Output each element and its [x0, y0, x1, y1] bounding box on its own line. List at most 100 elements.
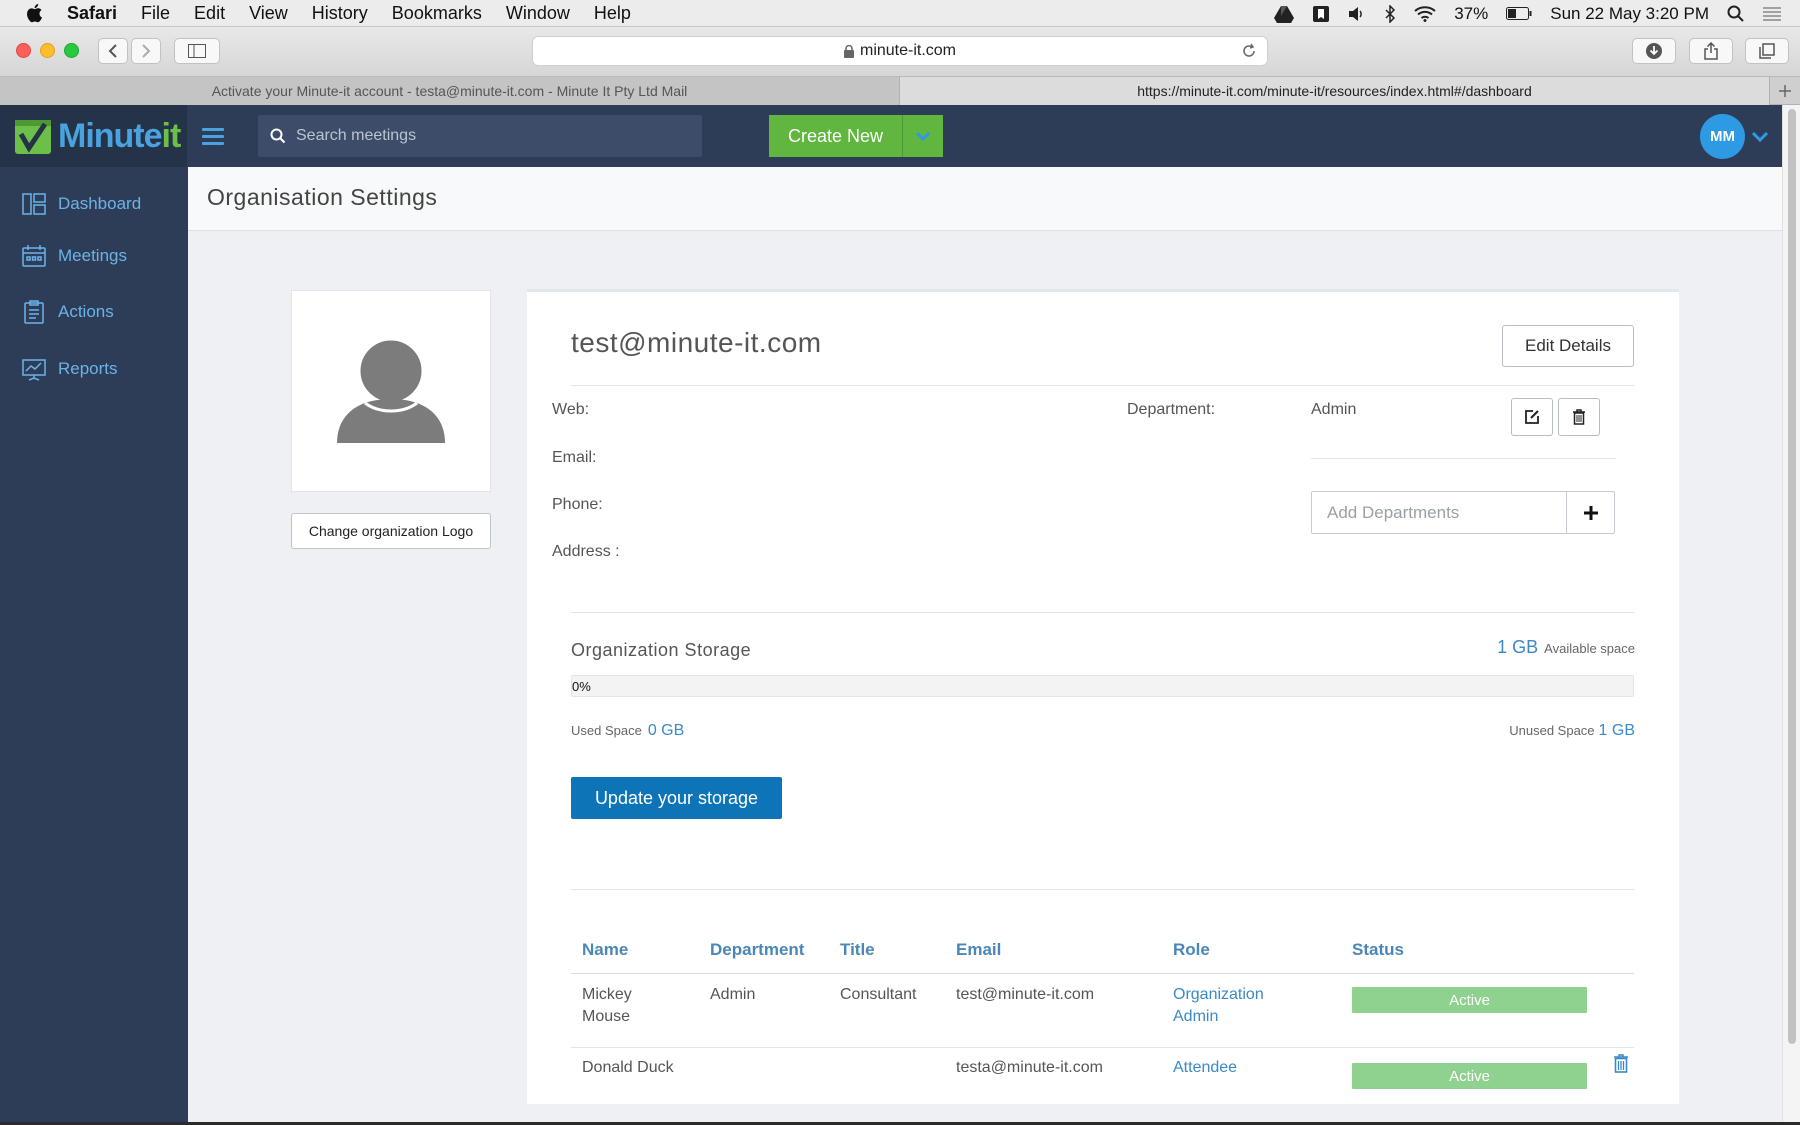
address-label: Address :	[552, 543, 620, 560]
forward-button[interactable]	[131, 38, 161, 64]
edit-icon	[1525, 410, 1539, 424]
menu-safari[interactable]: Safari	[67, 3, 117, 24]
search-icon	[270, 128, 286, 144]
column-header-role[interactable]: Role	[1173, 940, 1210, 960]
column-header-name[interactable]: Name	[582, 940, 628, 960]
logo-text-main: Minute	[58, 116, 163, 155]
volume-icon[interactable]	[1348, 6, 1366, 22]
spotlight-search-icon[interactable]	[1727, 5, 1744, 22]
used-space-label: Used Space	[571, 723, 642, 738]
divider	[571, 612, 1634, 613]
menu-file[interactable]: File	[141, 3, 170, 24]
bluetooth-icon[interactable]	[1384, 4, 1396, 23]
scrollbar-thumb[interactable]	[1788, 109, 1796, 1044]
tabs-overview-button[interactable]	[1745, 38, 1789, 64]
user-menu-chevron-icon[interactable]	[1751, 129, 1769, 147]
status-badge[interactable]: Active	[1352, 1063, 1587, 1089]
sidebar-toggle-button[interactable]	[174, 38, 220, 64]
address-bar[interactable]: minute-it.com	[532, 36, 1268, 66]
department-label: Department:	[1127, 401, 1216, 418]
lock-icon	[843, 44, 854, 58]
cell-name: Donald Duck	[582, 1059, 674, 1076]
tab-bar: Activate your Minute-it account - testa@…	[0, 77, 1800, 105]
cell-role-link[interactable]: Attendee	[1173, 1057, 1237, 1079]
app-logo[interactable]: Minuteit	[0, 105, 187, 167]
sidebar-icon	[188, 44, 206, 58]
sidebar-item-label: Reports	[58, 359, 118, 378]
menubar-clock[interactable]: Sun 22 May 3:20 PM	[1550, 4, 1709, 24]
column-header-department[interactable]: Department	[710, 940, 804, 960]
search-input[interactable]	[296, 127, 676, 145]
search-box[interactable]	[258, 115, 702, 157]
delete-department-button[interactable]	[1558, 398, 1600, 436]
page-header: Organisation Settings	[188, 167, 1782, 231]
edit-department-button[interactable]	[1511, 398, 1553, 436]
change-logo-button[interactable]: Change organization Logo	[291, 513, 491, 549]
cell-title: Consultant	[840, 986, 917, 1003]
create-new-button[interactable]: Create New	[769, 115, 903, 157]
column-header-email[interactable]: Email	[956, 940, 1001, 960]
create-new-button-group: Create New	[769, 115, 943, 157]
organization-card: test@minute-it.com Edit Details Web: Ema…	[527, 289, 1679, 1104]
divider	[571, 385, 1634, 386]
storage-title: Organization Storage	[571, 640, 752, 660]
unused-space-label: Unused Space	[1509, 723, 1595, 738]
edit-details-button[interactable]: Edit Details	[1502, 325, 1634, 367]
storage-progress-bar: 0%	[571, 675, 1634, 697]
chevron-left-icon	[108, 44, 117, 58]
notification-center-icon[interactable]	[1762, 6, 1782, 22]
back-button[interactable]	[98, 38, 128, 64]
sidebar-item-dashboard[interactable]: Dashboard	[22, 189, 141, 219]
page-scrollbar[interactable]	[1782, 105, 1800, 1122]
new-tab-button[interactable]	[1770, 77, 1800, 104]
share-button[interactable]	[1689, 38, 1733, 64]
column-header-status[interactable]: Status	[1352, 940, 1404, 960]
cell-name-line: Mouse	[582, 1008, 631, 1025]
bookmark-app-icon[interactable]	[1312, 5, 1330, 23]
plus-icon	[1779, 84, 1791, 97]
table-header-divider	[571, 973, 1634, 974]
cell-role-line: Organization	[1173, 986, 1264, 1003]
downloads-button[interactable]	[1632, 38, 1676, 64]
menu-view[interactable]: View	[249, 3, 288, 24]
browser-toolbar: minute-it.com	[0, 27, 1800, 77]
chart-icon	[22, 357, 46, 381]
cell-role-link[interactable]: Organization Admin	[1173, 984, 1264, 1028]
used-space: Used Space 0 GB	[571, 722, 684, 740]
tab-mail[interactable]: Activate your Minute-it account - testa@…	[0, 77, 900, 105]
sidebar-item-meetings[interactable]: Meetings	[22, 241, 127, 271]
menu-history[interactable]: History	[312, 3, 368, 24]
cell-email: testa@minute-it.com	[956, 1059, 1103, 1076]
delete-member-icon[interactable]	[1613, 1054, 1629, 1078]
status-badge[interactable]: Active	[1352, 987, 1587, 1013]
clipboard-icon	[22, 300, 46, 324]
menu-bookmarks[interactable]: Bookmarks	[392, 3, 482, 24]
sidebar-item-actions[interactable]: Actions	[22, 297, 114, 327]
calendar-icon	[22, 244, 46, 268]
wifi-icon[interactable]	[1414, 5, 1436, 22]
macos-menubar: Safari File Edit View History Bookmarks …	[0, 0, 1800, 27]
app-header: Minuteit Create New MM	[0, 105, 1782, 167]
storage-progress-text: 0%	[572, 679, 591, 694]
battery-icon[interactable]	[1506, 7, 1532, 20]
tab-dashboard[interactable]: https://minute-it.com/minute-it/resource…	[900, 77, 1770, 105]
apple-icon[interactable]	[25, 3, 47, 23]
update-storage-button[interactable]: Update your storage	[571, 777, 782, 819]
menu-edit[interactable]: Edit	[194, 3, 225, 24]
close-window-button[interactable]	[16, 43, 31, 58]
menu-help[interactable]: Help	[594, 3, 631, 24]
department-divider	[1311, 458, 1616, 459]
add-department-input[interactable]	[1312, 492, 1566, 533]
create-new-dropdown[interactable]	[903, 115, 943, 157]
drive-icon[interactable]	[1274, 5, 1295, 23]
zoom-window-button[interactable]	[64, 43, 79, 58]
column-header-title[interactable]: Title	[840, 940, 875, 960]
menu-window[interactable]: Window	[506, 3, 570, 24]
minimize-window-button[interactable]	[40, 43, 55, 58]
user-avatar[interactable]: MM	[1700, 114, 1745, 159]
add-department-button[interactable]	[1566, 492, 1614, 533]
sidebar-item-reports[interactable]: Reports	[22, 354, 118, 384]
reload-icon[interactable]	[1241, 43, 1257, 64]
cell-role-line: Admin	[1173, 1008, 1219, 1025]
menu-toggle-icon[interactable]	[202, 123, 224, 149]
